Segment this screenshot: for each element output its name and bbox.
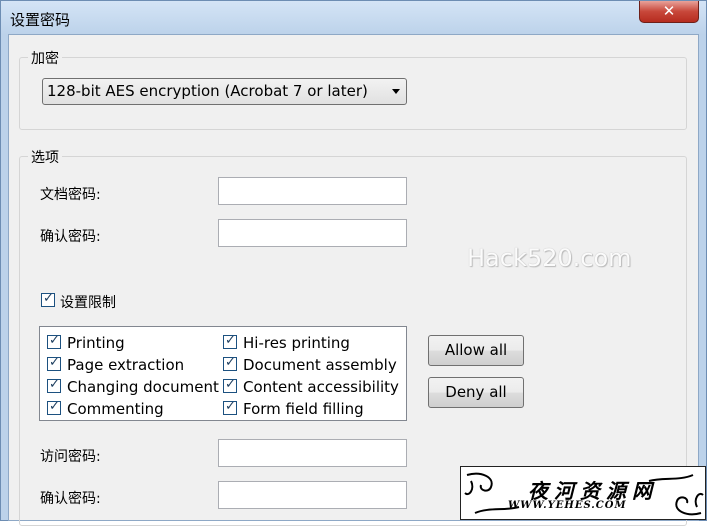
- title-bar: 设置密码 ✕: [1, 1, 706, 35]
- permission-label: Page extraction: [67, 356, 185, 374]
- permission-checkbox[interactable]: ✓: [47, 355, 61, 371]
- doc-password-input[interactable]: [218, 177, 407, 205]
- dropdown-arrow-icon: [392, 89, 400, 94]
- options-group-label: 选项: [28, 147, 62, 167]
- permission-checkbox[interactable]: ✓: [223, 333, 237, 349]
- checkmark-icon: ✓: [49, 377, 60, 392]
- encryption-select-value: 128-bit AES encryption (Acrobat 7 or lat…: [47, 82, 368, 100]
- site-logo: 夜河资源网 WWW.YEHES.COM: [460, 466, 706, 520]
- allow-all-button[interactable]: Allow all: [428, 335, 524, 366]
- permission-checkbox[interactable]: ✓: [47, 377, 61, 393]
- permissions-list: ✓ Printing ✓ Hi-res printing ✓ Page extr…: [39, 326, 407, 421]
- permission-label: Form field filling: [243, 400, 364, 418]
- restrictions-checkbox[interactable]: ✓: [41, 291, 55, 307]
- permission-label: Commenting: [67, 400, 164, 418]
- deny-all-button[interactable]: Deny all: [428, 377, 524, 408]
- checkmark-icon: ✓: [49, 333, 60, 348]
- confirm-access-password-label: 确认密码:: [40, 491, 101, 507]
- permission-label: Document assembly: [243, 356, 397, 374]
- access-password-label: 访问密码:: [40, 449, 101, 465]
- close-button[interactable]: ✕: [639, 1, 699, 23]
- permission-checkbox[interactable]: ✓: [223, 399, 237, 415]
- permission-checkbox[interactable]: ✓: [223, 377, 237, 393]
- permission-label: Changing document: [67, 378, 219, 396]
- access-password-input[interactable]: [218, 439, 407, 467]
- confirm-password-input[interactable]: [218, 219, 407, 247]
- confirm-password-label: 确认密码:: [40, 229, 101, 245]
- checkmark-icon: ✓: [49, 355, 60, 370]
- checkmark-icon: ✓: [225, 377, 236, 392]
- window-title: 设置密码: [10, 11, 71, 29]
- permission-checkbox[interactable]: ✓: [223, 355, 237, 371]
- encryption-group-label: 加密: [28, 48, 62, 68]
- doc-password-label: 文档密码:: [40, 187, 101, 203]
- permission-label: Content accessibility: [243, 378, 399, 396]
- permission-label: Hi-res printing: [243, 334, 350, 352]
- permission-checkbox[interactable]: ✓: [47, 399, 61, 415]
- checkmark-icon: ✓: [225, 355, 236, 370]
- checkmark-icon: ✓: [225, 399, 236, 414]
- close-icon: ✕: [662, 2, 676, 20]
- watermark-text: Hack520.com: [467, 244, 632, 272]
- confirm-access-password-input[interactable]: [218, 481, 407, 509]
- restrictions-label: 设置限制: [60, 295, 116, 311]
- checkmark-icon: ✓: [49, 399, 60, 414]
- permission-label: Printing: [67, 334, 125, 352]
- permission-checkbox[interactable]: ✓: [47, 333, 61, 349]
- logo-url: WWW.YEHES.COM: [508, 500, 627, 511]
- checkmark-icon: ✓: [43, 291, 54, 306]
- checkmark-icon: ✓: [225, 333, 236, 348]
- encryption-select[interactable]: 128-bit AES encryption (Acrobat 7 or lat…: [42, 78, 407, 105]
